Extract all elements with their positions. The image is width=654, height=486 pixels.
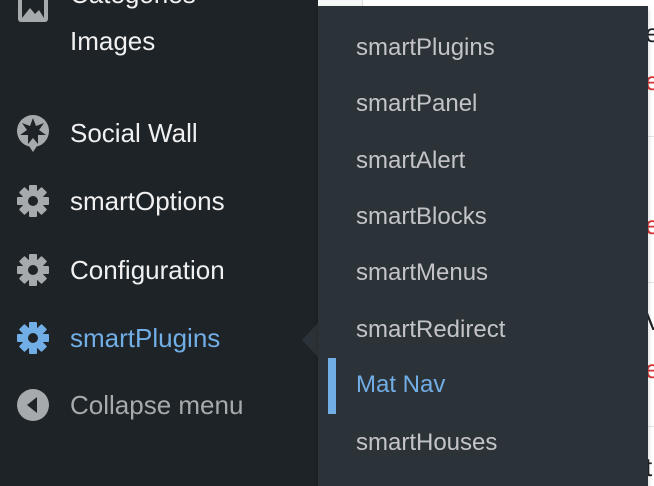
admin-sidebar: Categories Images Social Wall <box>0 0 318 486</box>
submenu-label: smartHouses <box>356 429 498 456</box>
submenu-item-smartredirect[interactable]: smartRedirect <box>318 305 648 355</box>
submenu-label: smartPlugins <box>356 34 495 61</box>
menu-item-categories-images[interactable]: Categories Images <box>0 0 318 70</box>
menu-label-line1: Categories <box>70 0 196 10</box>
gear-icon <box>14 251 52 289</box>
menu-item-smartplugins[interactable]: smartPlugins <box>0 309 318 367</box>
submenu-label: smartMenus <box>356 259 489 286</box>
menu-label-line2: Images <box>70 26 156 56</box>
wp-admin-screen: e e e V e t Categories Images <box>0 0 654 486</box>
gear-icon <box>14 319 52 357</box>
submenu-item-smartalert[interactable]: smartAlert <box>318 136 648 186</box>
submenu-item-smartpanel[interactable]: smartPanel <box>318 79 648 129</box>
smartplugins-submenu: smartPlugins smartPanel smartAlert smart… <box>318 6 648 486</box>
submenu-label: smartAlert <box>356 147 466 174</box>
menu-label: Social Wall <box>70 117 198 148</box>
submenu-label: Mat Nav <box>356 371 446 398</box>
active-indicator <box>328 358 336 414</box>
submenu-item-smartmenus[interactable]: smartMenus <box>318 248 648 298</box>
menu-item-social-wall[interactable]: Social Wall <box>0 104 318 162</box>
collapse-menu-button[interactable]: Collapse menu <box>0 376 318 434</box>
social-wall-icon <box>14 114 52 152</box>
menu-item-configuration[interactable]: Configuration <box>0 241 318 299</box>
submenu-label: smartBlocks <box>356 203 487 230</box>
submenu-item-smartplugins[interactable]: smartPlugins <box>318 23 648 73</box>
submenu-pointer <box>302 323 318 357</box>
gear-icon <box>14 182 52 220</box>
submenu-label: smartPanel <box>356 90 478 117</box>
menu-item-smartoptions[interactable]: smartOptions <box>0 172 318 230</box>
menu-label: smartOptions <box>70 185 225 216</box>
submenu-item-smartblocks[interactable]: smartBlocks <box>318 192 648 242</box>
menu-label: Configuration <box>70 254 225 285</box>
submenu-item-smarthouses[interactable]: smartHouses <box>318 418 648 468</box>
submenu-item-mat-nav[interactable]: Mat Nav <box>318 356 648 414</box>
image-icon <box>14 0 52 28</box>
submenu-label: smartRedirect <box>356 316 506 343</box>
menu-label: Collapse menu <box>70 389 244 420</box>
menu-label: smartPlugins <box>70 322 221 353</box>
collapse-arrow-icon <box>14 386 52 424</box>
